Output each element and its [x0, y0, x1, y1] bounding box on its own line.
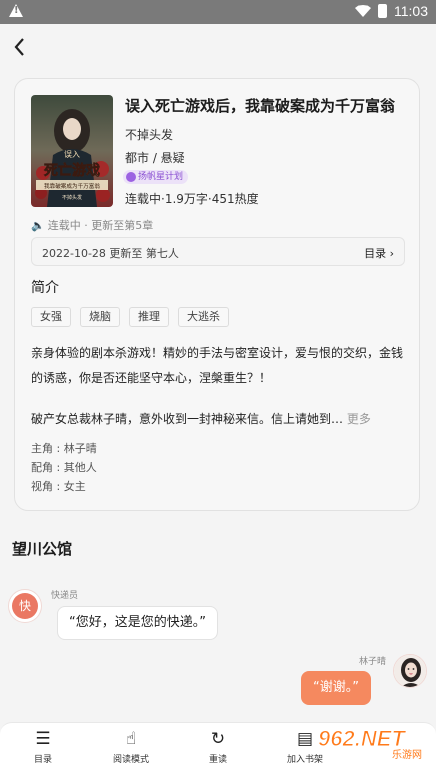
cover-small-text: 误入 [64, 150, 80, 159]
pointer-hand-icon: ☝ [125, 729, 137, 749]
intro-paragraph-1: 亲身体验的剧本杀游戏！精妙的手法与密室设计，爱与恨的交织，金钱的诱惑，你是否还能… [31, 346, 404, 385]
list-icon: ☰ [35, 729, 51, 749]
role-protagonist: 主角 : 林子晴 [31, 442, 97, 455]
program-badge: 扬帆星计划 [123, 170, 189, 184]
battery-icon [378, 4, 387, 18]
message-bubble-right: “谢谢。” [301, 671, 371, 705]
sender-name: 快递员 [51, 591, 79, 601]
chapter-title: 望川公馆 [12, 540, 73, 558]
message-bubble-left: “您好，这是您的快递。” [57, 606, 218, 640]
serial-status-text: 连载中 · 更新至第5章 [47, 219, 154, 232]
book-cover[interactable]: 误入 死亡游戏 我靠破案成为千万富翁 不掉头发 [31, 95, 113, 207]
badge-label: 扬帆星计划 [138, 172, 184, 182]
bookshelf-icon: ▤ [296, 729, 314, 749]
more-link[interactable]: 更多 [347, 412, 371, 426]
toc-button[interactable]: ☰ 目录 [8, 729, 78, 765]
avatar[interactable]: 快 [8, 589, 42, 623]
status-time: 11:03 [394, 3, 428, 19]
toc-link[interactable]: 目录 › [364, 245, 394, 261]
avatar-initial: 快 [12, 593, 38, 619]
toc-button-label: 目录 [33, 755, 52, 765]
book-author[interactable]: 不掉头发 [125, 126, 173, 143]
book-info-card: 误入 死亡游戏 我靠破案成为千万富翁 不掉头发 误入死亡游戏后，我靠破案成为千万… [14, 78, 420, 511]
back-button[interactable] [8, 34, 32, 60]
sender-name: 林子晴 [358, 657, 386, 667]
add-to-shelf-button[interactable]: ▤ 加入书架 [270, 729, 340, 765]
tag[interactable]: 推理 [129, 307, 169, 327]
cover-sub-text: 我靠破案成为千万富翁 [44, 182, 100, 190]
wifi-icon [355, 5, 371, 17]
chevron-left-icon [14, 38, 24, 56]
intro-heading: 简介 [31, 280, 59, 296]
badge-icon [126, 172, 136, 182]
reread-button-label: 重读 [208, 755, 227, 765]
status-bar: 11:03 [0, 0, 436, 24]
tag[interactable]: 女强 [31, 307, 71, 327]
restart-icon: ↻ [210, 729, 226, 749]
reread-button[interactable]: ↻ 重读 [183, 729, 253, 765]
tag[interactable]: 烧脑 [80, 307, 120, 327]
tag-list: 女强 烧脑 推理 大逃杀 [31, 307, 229, 327]
bottom-toolbar: ☰ 目录 ☝ 阅读模式 ↻ 重读 ▤ 加入书架 [0, 722, 436, 775]
tag[interactable]: 大逃杀 [178, 307, 229, 327]
add-to-shelf-label: 加入书架 [286, 755, 323, 765]
book-genre: 都市 / 悬疑 [125, 151, 185, 165]
latest-update-text: 2022-10-28 更新至 第七人 [42, 247, 179, 260]
reading-mode-button[interactable]: ☝ 阅读模式 [96, 729, 166, 765]
latest-update-row[interactable]: 2022-10-28 更新至 第七人 目录 › [31, 237, 405, 266]
intro-paragraph-2: 破产女总裁林子晴，意外收到一封神秘来信。信上请她到… 更多 [31, 410, 411, 427]
avatar[interactable] [393, 654, 427, 688]
cover-author-text: 不掉头发 [62, 194, 82, 201]
cover-big-text: 死亡游戏 [43, 162, 100, 179]
serial-status: 🔈 连载中 · 更新至第5章 [31, 217, 153, 233]
intro-paragraph-2-text: 破产女总裁林子晴，意外收到一封神秘来信。信上请她到… [31, 412, 344, 426]
book-title: 误入死亡游戏后，我靠破案成为千万富翁 [125, 97, 396, 115]
warning-icon [9, 4, 23, 17]
role-supporting: 配角 : 其他人 [31, 461, 97, 474]
role-list: 主角 : 林子晴 配角 : 其他人 视角 : 女主 [31, 439, 97, 496]
role-perspective: 视角 : 女主 [31, 480, 86, 493]
reading-mode-label: 阅读模式 [112, 755, 149, 765]
book-stats: 连载中·1.9万字·451热度 [125, 192, 259, 206]
speaker-icon: 🔈 [31, 219, 45, 232]
